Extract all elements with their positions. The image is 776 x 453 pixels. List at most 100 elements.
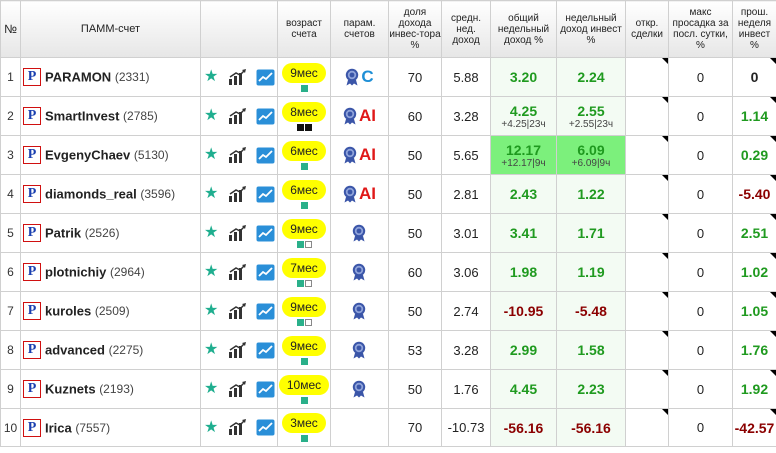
header-age[interactable]: возраст счета	[277, 0, 331, 58]
line-chart-icon[interactable]	[256, 225, 275, 242]
header-account[interactable]: ПАММ-счет	[20, 0, 201, 58]
star-icon[interactable]: ★	[204, 419, 218, 436]
bar-chart-icon[interactable]	[228, 224, 247, 242]
line-chart-icon[interactable]	[256, 303, 275, 320]
bar-chart-icon[interactable]	[228, 341, 247, 359]
open-deals[interactable]	[625, 369, 669, 409]
line-chart-icon[interactable]	[256, 186, 275, 203]
bar-chart-icon[interactable]	[228, 107, 247, 125]
bar-chart-icon[interactable]	[228, 302, 247, 320]
account-name-link[interactable]: Kuznets	[45, 382, 96, 397]
account-cell[interactable]: Pdiamonds_real (3596)	[20, 174, 201, 214]
account-name-link[interactable]: PARAMON	[45, 70, 111, 85]
table-row[interactable]: 5 P Patrik (2526) ★ 9мес 50 3.01 3.41 1.71 0 2.51	[0, 213, 776, 253]
last-week-cell[interactable]: -42.57	[732, 408, 776, 447]
account-name-link[interactable]: SmartInvest	[45, 109, 119, 124]
last-week-cell[interactable]: 1.14	[732, 96, 776, 136]
account-name-link[interactable]: diamonds_real	[45, 187, 137, 202]
header-last-week[interactable]: прош. неделя инвест %	[732, 0, 776, 58]
star-icon[interactable]: ★	[204, 225, 218, 241]
bar-chart-icon[interactable]	[228, 146, 247, 164]
open-deals[interactable]	[625, 96, 669, 136]
open-deals[interactable]	[625, 135, 669, 175]
pamm-p-icon[interactable]: P	[23, 418, 41, 437]
header-investor-weekly[interactable]: недельный доход инвест %	[556, 0, 626, 58]
header-num[interactable]: №	[0, 0, 21, 58]
star-icon[interactable]: ★	[204, 342, 218, 358]
pamm-p-icon[interactable]: P	[23, 107, 41, 125]
bar-chart-icon[interactable]	[228, 263, 247, 281]
line-chart-icon[interactable]	[256, 147, 275, 164]
star-icon[interactable]: ★	[204, 186, 218, 202]
star-icon[interactable]: ★	[204, 264, 218, 280]
open-deals[interactable]	[625, 174, 669, 214]
account-name-link[interactable]: Irica	[45, 420, 72, 435]
last-week-cell[interactable]: 2.51	[732, 213, 776, 253]
open-deals[interactable]	[625, 291, 669, 331]
pamm-p-icon[interactable]: P	[23, 341, 41, 359]
header-share[interactable]: доля дохода инвес-тора %	[388, 0, 442, 58]
last-week-cell[interactable]: 1.02	[732, 252, 776, 292]
open-deals[interactable]	[625, 57, 669, 97]
pamm-p-icon[interactable]: P	[23, 380, 41, 398]
line-chart-icon[interactable]	[256, 342, 275, 359]
pamm-p-icon[interactable]: P	[23, 302, 41, 320]
account-name-link[interactable]: plotnichiy	[45, 265, 106, 280]
last-week-cell[interactable]: 0	[732, 57, 776, 97]
account-cell[interactable]: P PARAMON (2331)	[20, 57, 201, 97]
last-week-cell[interactable]: 1.92	[732, 369, 776, 409]
table-row[interactable]: 10 P Irica (7557) ★ 3мес 70 -10.73 -56.16 -56.16…	[0, 408, 776, 447]
header-max-drawdown[interactable]: макс просадка за посл. сутки, %	[668, 0, 733, 58]
line-chart-icon[interactable]	[256, 69, 275, 86]
account-cell[interactable]: P SmartInvest (2785)	[20, 96, 201, 136]
pamm-p-icon[interactable]: P	[23, 146, 41, 164]
header-open-deals[interactable]: откр. сделки	[625, 0, 669, 58]
open-deals[interactable]	[625, 252, 669, 292]
account-cell[interactable]: Padvanced (2275)	[20, 330, 201, 370]
last-week-cell[interactable]: 0.29	[732, 135, 776, 175]
line-chart-icon[interactable]	[256, 108, 275, 125]
header-total-weekly[interactable]: общий недельный доход %	[490, 0, 557, 58]
open-deals[interactable]	[625, 408, 669, 447]
table-row[interactable]: 3 P EvgenyChaev (5130) ★ 6мес AI 50 5.65 12.17 +1…	[0, 135, 776, 175]
bar-chart-icon[interactable]	[228, 380, 247, 398]
table-row[interactable]: 6 Pplotnichiy (2964) ★ 7мес 60 3.06 1.98 1.19 0 1…	[0, 252, 776, 292]
table-row[interactable]: 8 Padvanced (2275) ★ 9мес 53 3.28 2.99 1.58 0 1.7…	[0, 330, 776, 370]
table-row[interactable]: 9 P Kuznets (2193) ★ 10мес 50 1.76 4.45 2.23 0 1.9…	[0, 369, 776, 409]
account-cell[interactable]: P Irica (7557)	[20, 408, 201, 447]
table-row[interactable]: 4 Pdiamonds_real (3596) ★ 6мес AI 50 2.81 2.43 1…	[0, 174, 776, 214]
last-week-cell[interactable]: -5.40	[732, 174, 776, 214]
account-name-link[interactable]: advanced	[45, 343, 105, 358]
pamm-p-icon[interactable]: P	[23, 185, 41, 203]
pamm-p-icon[interactable]: P	[23, 263, 41, 281]
account-name-link[interactable]: Patrik	[45, 226, 81, 241]
last-week-cell[interactable]: 1.76	[732, 330, 776, 370]
line-chart-icon[interactable]	[256, 419, 275, 436]
account-cell[interactable]: Pplotnichiy (2964)	[20, 252, 201, 292]
account-name-link[interactable]: EvgenyChaev	[45, 148, 130, 163]
pamm-p-icon[interactable]: P	[23, 224, 41, 242]
star-icon[interactable]: ★	[204, 381, 218, 397]
account-cell[interactable]: P EvgenyChaev (5130)	[20, 135, 201, 175]
pamm-p-icon[interactable]: P	[23, 68, 41, 86]
account-name-link[interactable]: kuroles	[45, 304, 91, 319]
account-cell[interactable]: P Kuznets (2193)	[20, 369, 201, 409]
line-chart-icon[interactable]	[256, 264, 275, 281]
bar-chart-icon[interactable]	[228, 68, 247, 86]
star-icon[interactable]: ★	[204, 147, 218, 163]
account-cell[interactable]: P Patrik (2526)	[20, 213, 201, 253]
open-deals[interactable]	[625, 213, 669, 253]
last-week-cell[interactable]: 1.05	[732, 291, 776, 331]
star-icon[interactable]: ★	[204, 108, 218, 124]
bar-chart-icon[interactable]	[228, 419, 247, 436]
table-row[interactable]: 7 Pkuroles (2509) ★ 9мес 50 2.74 -10.95 -5.48 0 1…	[0, 291, 776, 331]
account-cell[interactable]: Pkuroles (2509)	[20, 291, 201, 331]
table-row[interactable]: 1 P PARAMON (2331) ★ 9мес C 70 5.88 3.20 2.24 0 0	[0, 57, 776, 97]
open-deals[interactable]	[625, 330, 669, 370]
table-row[interactable]: 2 P SmartInvest (2785) ★ 8мес AI 60 3.28 4.25 +4.…	[0, 96, 776, 136]
star-icon[interactable]: ★	[204, 69, 218, 85]
bar-chart-icon[interactable]	[228, 185, 247, 203]
line-chart-icon[interactable]	[256, 381, 275, 398]
header-avg-weekly[interactable]: средн. нед. доход	[441, 0, 491, 58]
star-icon[interactable]: ★	[204, 303, 218, 319]
